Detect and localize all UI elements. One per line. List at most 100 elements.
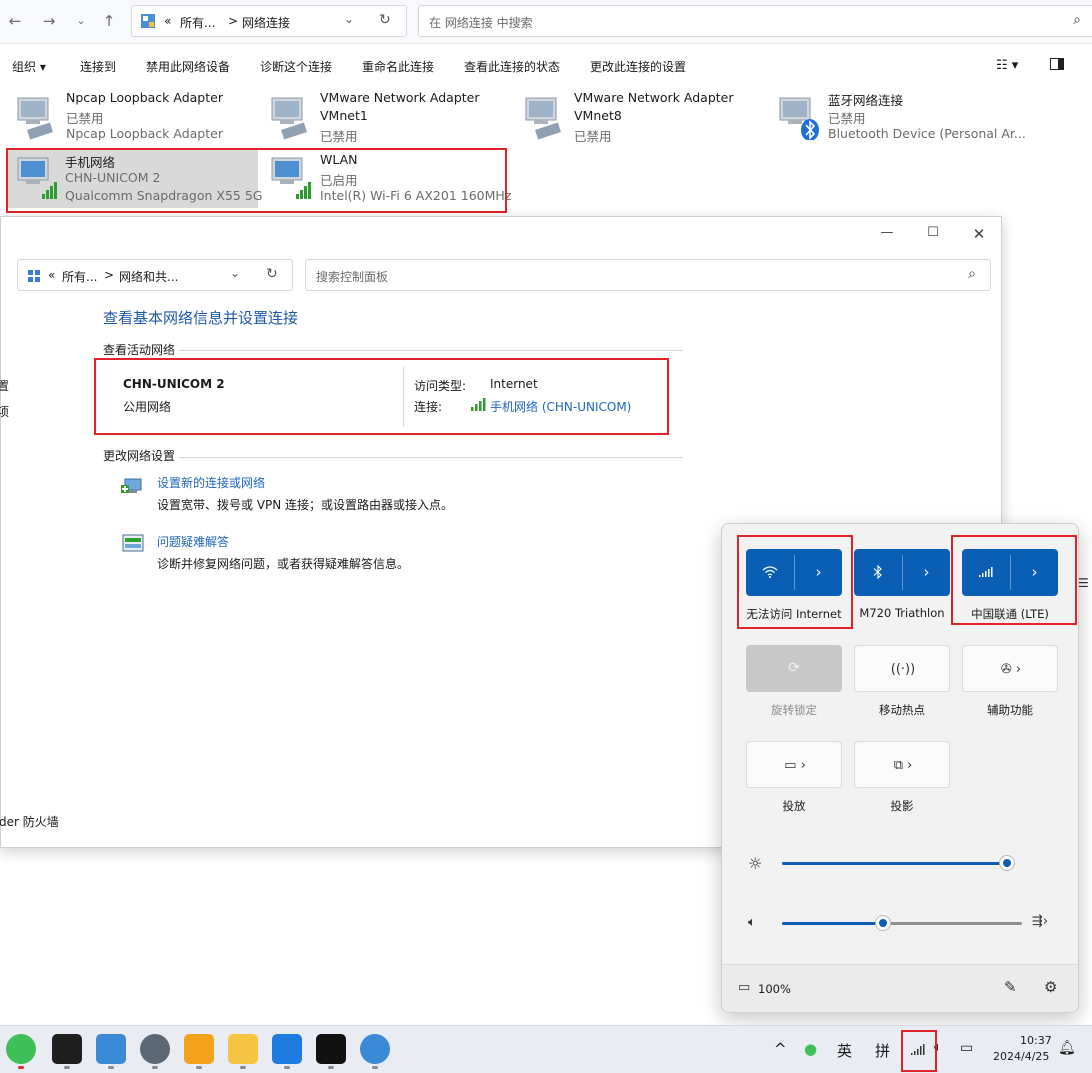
- connect-to-button[interactable]: 连接到: [80, 58, 116, 75]
- preview-pane-icon[interactable]: [1050, 58, 1064, 73]
- adapter-vmnet1[interactable]: VMware Network Adapter VMnet1 已禁用: [266, 90, 516, 150]
- battery-icon[interactable]: ▭: [738, 980, 750, 995]
- volume-icon[interactable]: 🔈︎: [748, 915, 756, 930]
- breadcrumb-network-connections[interactable]: 网络连接: [242, 14, 290, 31]
- change-settings-button[interactable]: 更改此连接的设置: [590, 58, 686, 75]
- troubleshoot-icon: [122, 534, 144, 552]
- security-app-icon[interactable]: [184, 1034, 214, 1064]
- clock-time[interactable]: 10:37: [1020, 1034, 1052, 1047]
- adapter-name-line2: VMnet1: [320, 108, 368, 123]
- adapter-bluetooth[interactable]: 蓝牙网络连接 已禁用 Bluetooth Device (Personal Ar…: [774, 90, 1026, 150]
- signal-bars-icon: [471, 398, 486, 411]
- troubleshoot-link[interactable]: 问题疑难解答: [157, 533, 229, 550]
- back-arrow-icon[interactable]: ←: [6, 12, 24, 30]
- rotation-lock-toggle[interactable]: ⟳: [746, 645, 842, 692]
- battery-percent[interactable]: 100%: [758, 982, 791, 996]
- meeting-app-icon[interactable]: [272, 1034, 302, 1064]
- control-panel-icon: [141, 14, 155, 28]
- clock-date[interactable]: 2024/4/25: [993, 1050, 1049, 1063]
- breadcrumb-overflow[interactable]: «: [164, 14, 171, 28]
- wifi-toggle[interactable]: ›: [746, 549, 842, 596]
- search-placeholder: 在 网络连接 中搜索: [429, 16, 533, 30]
- battery-tray-icon[interactable]: ▭: [960, 1040, 973, 1056]
- running-indicator: [152, 1066, 158, 1069]
- notification-bell-icon[interactable]: 🔔︎: [1058, 1040, 1076, 1056]
- cellular-signal-icon[interactable]: [962, 549, 1010, 596]
- file-explorer-app-icon[interactable]: [228, 1034, 258, 1064]
- cellular-toggle[interactable]: ›: [962, 549, 1058, 596]
- address-dropdown-icon[interactable]: ⌄: [230, 266, 240, 280]
- hotspot-toggle[interactable]: ((·)): [854, 645, 950, 692]
- cp-search-input[interactable]: 搜索控制面板 ⌕: [305, 259, 991, 291]
- address-dropdown-icon[interactable]: ⌄: [344, 12, 354, 26]
- adapter-vmnet8[interactable]: VMware Network Adapter VMnet8 已禁用: [520, 90, 770, 150]
- edit-pencil-icon[interactable]: ✎: [1004, 978, 1017, 996]
- wifi-expand-chevron-icon[interactable]: ›: [795, 549, 842, 596]
- view-options-icon[interactable]: ☷ ▾: [996, 58, 1018, 73]
- forward-arrow-icon[interactable]: →: [40, 12, 58, 30]
- brightness-slider-thumb[interactable]: [1000, 856, 1015, 870]
- accessibility-label: 辅助功能: [987, 703, 1033, 717]
- cellular-tray-icon[interactable]: [911, 1044, 925, 1055]
- cellular-label: 中国联通 (LTE): [971, 607, 1049, 621]
- recent-chevron-icon[interactable]: ⌄: [72, 12, 90, 30]
- network-type[interactable]: 公用网络: [123, 398, 171, 415]
- project-icon: ⧉ ›: [893, 758, 913, 773]
- setup-connection-link[interactable]: 设置新的连接或网络: [157, 474, 265, 491]
- up-arrow-icon[interactable]: ↑: [100, 12, 118, 30]
- view-status-button[interactable]: 查看此连接的状态: [464, 58, 560, 75]
- ime-mode[interactable]: 拼: [875, 1040, 890, 1061]
- volume-tray-icon[interactable]: 🔈︎: [934, 1040, 942, 1055]
- breadcrumb-overflow[interactable]: «: [48, 268, 55, 282]
- adapter-wlan[interactable]: WLAN 已启用 Intel(R) Wi-Fi 6 AX201 160MHz: [266, 150, 516, 210]
- explorer-search-input[interactable]: 在 网络连接 中搜索 ⌕: [418, 5, 1092, 37]
- page-title: 查看基本网络信息并设置连接: [103, 309, 299, 327]
- breadcrumb-network-sharing[interactable]: 网络和共...: [119, 268, 178, 285]
- tray-overflow-chevron-icon[interactable]: ^: [774, 1040, 787, 1058]
- breadcrumb-all[interactable]: 所有...: [62, 268, 97, 285]
- bluetooth-icon[interactable]: [854, 549, 902, 596]
- rotation-lock-icon: ⟳: [788, 660, 800, 676]
- connection-link[interactable]: 手机网络 (CHN-UNICOM): [490, 398, 631, 415]
- left-pane-fragment[interactable]: 置: [0, 377, 9, 394]
- settings-gear-icon[interactable]: ⚙: [1044, 978, 1057, 996]
- wifi-icon[interactable]: [746, 549, 794, 596]
- wechat-tray-icon[interactable]: ●: [804, 1040, 817, 1058]
- refresh-icon[interactable]: ↻: [379, 12, 391, 28]
- bluetooth-toggle[interactable]: ›: [854, 549, 950, 596]
- control-panel-app-icon[interactable]: [96, 1034, 126, 1064]
- audio-output-icon[interactable]: ⇶›: [1032, 914, 1048, 929]
- running-indicator: [372, 1066, 378, 1069]
- adapter-cellular[interactable]: 手机网络 CHN-UNICOM 2 Qualcomm Snapdragon X5…: [8, 150, 263, 208]
- ime-language[interactable]: 英: [837, 1040, 852, 1061]
- accessibility-button[interactable]: ✇ ›: [962, 645, 1058, 692]
- maximize-icon[interactable]: ☐: [919, 225, 947, 245]
- console-app-icon[interactable]: [316, 1034, 346, 1064]
- minimize-icon[interactable]: —: [873, 225, 901, 245]
- diagnose-button[interactable]: 诊断这个连接: [260, 58, 332, 75]
- left-pane-firewall[interactable]: der 防火墙: [0, 813, 59, 830]
- running-indicator: [108, 1066, 114, 1069]
- network-app-icon[interactable]: [360, 1034, 390, 1064]
- wechat-app-icon[interactable]: [6, 1034, 36, 1064]
- volume-slider-thumb[interactable]: [875, 916, 890, 930]
- close-icon[interactable]: ✕: [965, 225, 993, 245]
- cp-address-box[interactable]: « 所有... > 网络和共... ⌄ ↻: [17, 259, 293, 291]
- rename-button[interactable]: 重命名此连接: [362, 58, 434, 75]
- disable-device-button[interactable]: 禁用此网络设备: [146, 58, 230, 75]
- organize-button[interactable]: 组织 ▾: [12, 58, 46, 75]
- address-box[interactable]: « 所有... > 网络连接 ⌄ ↻: [131, 5, 407, 37]
- refresh-icon[interactable]: ↻: [266, 266, 278, 282]
- left-pane-fragment[interactable]: 项: [0, 403, 9, 420]
- adapter-npcap[interactable]: Npcap Loopback Adapter 已禁用 Npcap Loopbac…: [12, 90, 262, 150]
- hotspot-label: 移动热点: [879, 703, 925, 717]
- cast-button[interactable]: ▭ ›: [746, 741, 842, 788]
- search-placeholder: 搜索控制面板: [316, 270, 389, 284]
- cellular-expand-chevron-icon[interactable]: ›: [1011, 549, 1058, 596]
- settings-app-icon[interactable]: [140, 1034, 170, 1064]
- terminal-app-icon[interactable]: [52, 1034, 82, 1064]
- running-indicator: [18, 1066, 24, 1069]
- project-button[interactable]: ⧉ ›: [854, 741, 950, 788]
- breadcrumb-all[interactable]: 所有...: [180, 14, 215, 31]
- bluetooth-expand-chevron-icon[interactable]: ›: [903, 549, 950, 596]
